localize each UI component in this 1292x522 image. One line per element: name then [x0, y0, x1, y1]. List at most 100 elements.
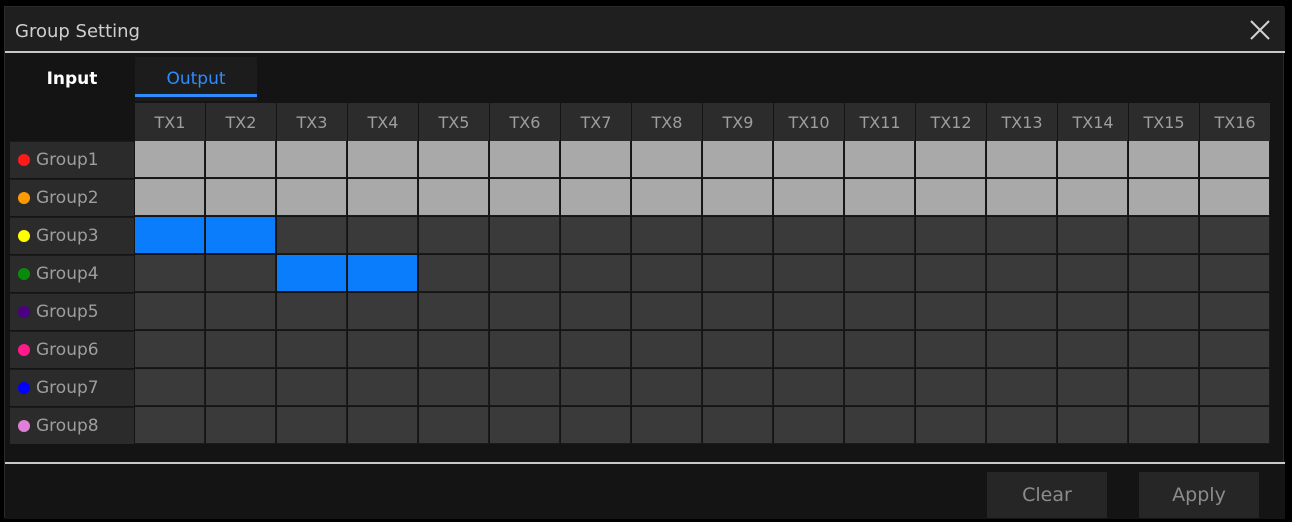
matrix-cell[interactable]	[845, 293, 915, 330]
matrix-cell[interactable]	[206, 255, 276, 292]
group-label[interactable]: Group8	[10, 407, 134, 444]
matrix-cell[interactable]	[277, 369, 347, 406]
matrix-cell[interactable]	[987, 407, 1057, 444]
matrix-cell[interactable]	[348, 141, 418, 178]
matrix-cell[interactable]	[1058, 141, 1128, 178]
matrix-cell[interactable]	[419, 217, 489, 254]
matrix-cell[interactable]	[703, 369, 773, 406]
matrix-cell[interactable]	[348, 407, 418, 444]
matrix-cell[interactable]	[916, 179, 986, 216]
matrix-cell[interactable]	[1200, 293, 1270, 330]
matrix-cell[interactable]	[987, 141, 1057, 178]
matrix-cell[interactable]	[561, 179, 631, 216]
matrix-cell[interactable]	[490, 369, 560, 406]
matrix-cell[interactable]	[277, 331, 347, 368]
group-label[interactable]: Group1	[10, 141, 134, 178]
matrix-cell[interactable]	[703, 331, 773, 368]
matrix-cell[interactable]	[561, 217, 631, 254]
matrix-cell[interactable]	[774, 179, 844, 216]
matrix-cell[interactable]	[135, 331, 205, 368]
matrix-cell[interactable]	[845, 369, 915, 406]
matrix-cell[interactable]	[632, 141, 702, 178]
matrix-cell[interactable]	[1129, 141, 1199, 178]
matrix-cell[interactable]	[419, 293, 489, 330]
matrix-cell[interactable]	[1058, 369, 1128, 406]
matrix-cell[interactable]	[774, 293, 844, 330]
matrix-cell[interactable]	[916, 255, 986, 292]
matrix-cell[interactable]	[277, 293, 347, 330]
matrix-cell[interactable]	[206, 141, 276, 178]
clear-button[interactable]: Clear	[987, 472, 1107, 518]
group-label[interactable]: Group7	[10, 369, 134, 406]
matrix-cell[interactable]	[561, 141, 631, 178]
matrix-cell[interactable]	[1129, 407, 1199, 444]
matrix-cell[interactable]	[135, 141, 205, 178]
group-label[interactable]: Group3	[10, 217, 134, 254]
matrix-cell[interactable]	[206, 217, 276, 254]
matrix-cell[interactable]	[206, 293, 276, 330]
matrix-cell[interactable]	[632, 255, 702, 292]
matrix-cell[interactable]	[135, 293, 205, 330]
matrix-cell[interactable]	[490, 331, 560, 368]
matrix-cell[interactable]	[561, 407, 631, 444]
close-icon[interactable]	[1247, 17, 1273, 43]
matrix-cell[interactable]	[632, 293, 702, 330]
matrix-cell[interactable]	[277, 217, 347, 254]
matrix-cell[interactable]	[135, 407, 205, 444]
matrix-cell[interactable]	[916, 217, 986, 254]
matrix-cell[interactable]	[916, 331, 986, 368]
matrix-cell[interactable]	[135, 255, 205, 292]
matrix-cell[interactable]	[703, 255, 773, 292]
matrix-cell[interactable]	[419, 255, 489, 292]
matrix-cell[interactable]	[419, 179, 489, 216]
matrix-cell[interactable]	[845, 255, 915, 292]
matrix-cell[interactable]	[135, 369, 205, 406]
matrix-cell[interactable]	[348, 331, 418, 368]
matrix-cell[interactable]	[1058, 407, 1128, 444]
matrix-cell[interactable]	[1200, 217, 1270, 254]
matrix-cell[interactable]	[561, 293, 631, 330]
matrix-cell[interactable]	[774, 369, 844, 406]
matrix-cell[interactable]	[774, 141, 844, 178]
matrix-cell[interactable]	[348, 369, 418, 406]
matrix-cell[interactable]	[703, 141, 773, 178]
matrix-cell[interactable]	[135, 179, 205, 216]
matrix-cell[interactable]	[916, 407, 986, 444]
matrix-cell[interactable]	[277, 407, 347, 444]
matrix-cell[interactable]	[419, 141, 489, 178]
matrix-cell[interactable]	[135, 217, 205, 254]
matrix-cell[interactable]	[916, 293, 986, 330]
matrix-cell[interactable]	[632, 369, 702, 406]
group-label[interactable]: Group6	[10, 331, 134, 368]
matrix-cell[interactable]	[1058, 217, 1128, 254]
matrix-cell[interactable]	[774, 255, 844, 292]
matrix-cell[interactable]	[987, 293, 1057, 330]
matrix-cell[interactable]	[916, 369, 986, 406]
matrix-cell[interactable]	[348, 179, 418, 216]
matrix-cell[interactable]	[419, 331, 489, 368]
matrix-cell[interactable]	[1129, 217, 1199, 254]
matrix-cell[interactable]	[1129, 179, 1199, 216]
apply-button[interactable]: Apply	[1139, 472, 1259, 518]
matrix-cell[interactable]	[1129, 369, 1199, 406]
matrix-cell[interactable]	[774, 331, 844, 368]
matrix-cell[interactable]	[987, 331, 1057, 368]
matrix-cell[interactable]	[1200, 407, 1270, 444]
matrix-cell[interactable]	[348, 255, 418, 292]
group-label[interactable]: Group2	[10, 179, 134, 216]
matrix-cell[interactable]	[348, 293, 418, 330]
matrix-cell[interactable]	[987, 369, 1057, 406]
matrix-cell[interactable]	[1129, 331, 1199, 368]
matrix-cell[interactable]	[1200, 141, 1270, 178]
matrix-cell[interactable]	[774, 217, 844, 254]
matrix-cell[interactable]	[419, 407, 489, 444]
matrix-cell[interactable]	[1058, 255, 1128, 292]
tab-input[interactable]: Input	[10, 57, 134, 101]
matrix-cell[interactable]	[703, 179, 773, 216]
matrix-cell[interactable]	[632, 407, 702, 444]
matrix-cell[interactable]	[206, 179, 276, 216]
matrix-cell[interactable]	[1058, 179, 1128, 216]
matrix-cell[interactable]	[987, 255, 1057, 292]
matrix-cell[interactable]	[1200, 369, 1270, 406]
matrix-cell[interactable]	[703, 407, 773, 444]
